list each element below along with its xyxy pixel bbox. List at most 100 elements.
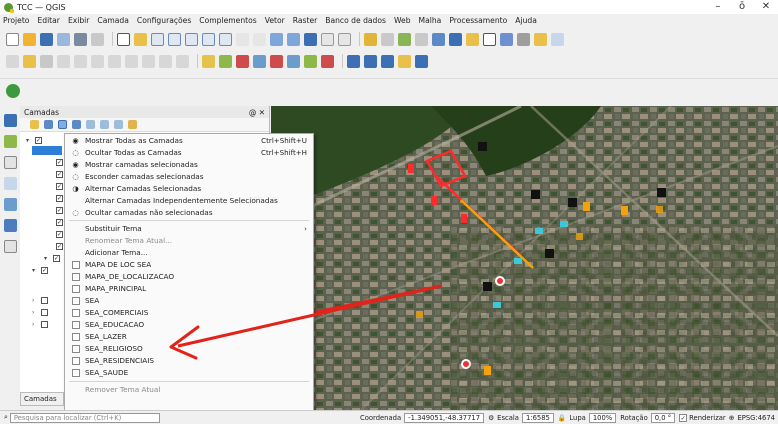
python-icon[interactable] xyxy=(398,54,411,68)
theme-item[interactable]: MAPA_DE_LOCALIZACAO xyxy=(65,271,313,282)
menu-item-toggle-independently[interactable]: Alternar Camadas Independentemente Selec… xyxy=(65,195,313,206)
measure-icon[interactable] xyxy=(517,32,530,46)
menu-banco-de-dados[interactable]: Banco de dados xyxy=(325,16,386,25)
rotate-label-icon[interactable] xyxy=(270,54,283,68)
theme-item[interactable]: SEA_COMERCIAIS xyxy=(65,307,313,318)
menu-projeto[interactable]: Projeto xyxy=(3,16,29,25)
style-icon[interactable] xyxy=(30,120,39,129)
map-canvas[interactable] xyxy=(271,106,778,410)
menu-editar[interactable]: Editar xyxy=(37,16,59,25)
print-layout-icon[interactable] xyxy=(57,32,70,46)
new-map-view-icon[interactable] xyxy=(270,32,283,46)
show-hide-labels-icon[interactable] xyxy=(304,54,317,68)
data-source-manager-icon[interactable] xyxy=(3,114,17,127)
layer-tree-row-selected[interactable] xyxy=(32,146,62,155)
coordinate-field[interactable]: -1.349051,-48.37717 xyxy=(404,412,485,423)
processing-toolbox-icon[interactable] xyxy=(364,54,377,68)
layer-tree-row[interactable]: ▾ ✓ xyxy=(32,265,50,275)
close-button[interactable]: ✕ xyxy=(754,0,778,14)
menu-item-hide-selected[interactable]: ◌ Esconder camadas selecionadas xyxy=(65,171,313,182)
layers-tab[interactable]: Camadas xyxy=(20,392,64,406)
theme-checkbox[interactable] xyxy=(71,284,80,293)
menu-web[interactable]: Web xyxy=(394,16,411,25)
filter-legend-icon[interactable] xyxy=(72,120,81,129)
locator-search-input[interactable]: Pesquisa para localizar (Ctrl+K) xyxy=(9,412,160,423)
theme-checkbox[interactable] xyxy=(71,272,80,281)
field-calculator-icon[interactable] xyxy=(449,32,462,46)
maximize-button[interactable]: ō xyxy=(730,0,754,14)
menu-exibir[interactable]: Exibir xyxy=(68,16,89,25)
select-by-value-icon[interactable] xyxy=(398,32,411,46)
menu-item-hide-unselected[interactable]: ◌ Ocultar camadas não selecionadas xyxy=(65,207,313,218)
theme-checkbox[interactable] xyxy=(71,368,80,377)
menu-camada[interactable]: Camada xyxy=(97,16,128,25)
zoom-in-icon[interactable] xyxy=(151,32,164,46)
add-raster-icon[interactable] xyxy=(3,135,17,148)
theme-item[interactable]: MAPA_PRINCIPAL xyxy=(65,283,313,294)
theme-checkbox[interactable] xyxy=(71,356,80,365)
menu-item-hide-all[interactable]: ◌ Ocultar Todas as Camadas Ctrl+Shift+H xyxy=(65,147,313,158)
paste-features-icon[interactable] xyxy=(142,54,155,68)
magnifier-field[interactable]: 100% xyxy=(588,412,617,423)
add-spatialite-icon[interactable] xyxy=(3,198,17,211)
change-label-icon[interactable] xyxy=(287,54,300,68)
save-project-icon[interactable] xyxy=(40,32,53,46)
open-project-icon[interactable] xyxy=(23,32,36,46)
menu-processamento[interactable]: Processamento xyxy=(449,16,507,25)
theme-checkbox[interactable] xyxy=(71,332,80,341)
layer-tree-row[interactable]: ▾ ✓ xyxy=(44,253,62,263)
delete-selected-icon[interactable] xyxy=(91,54,104,68)
select-icon[interactable] xyxy=(381,32,394,46)
pan-to-selection-icon[interactable] xyxy=(134,32,147,46)
add-delimited-text-icon[interactable] xyxy=(3,177,17,190)
zoom-out-icon[interactable] xyxy=(168,32,181,46)
menu-item-show-all[interactable]: ◉ Mostrar Todas as Camadas Ctrl+Shift+U xyxy=(65,135,313,146)
theme-item[interactable]: SEA xyxy=(65,295,313,306)
theme-item[interactable]: SEA_RESIDENCIAIS xyxy=(65,355,313,366)
attribute-table-icon[interactable] xyxy=(432,32,445,46)
layout-manager-icon[interactable] xyxy=(74,32,87,46)
filter-expression-icon[interactable] xyxy=(86,120,95,129)
theme-item[interactable]: SEA_LAZER xyxy=(65,331,313,342)
undo-icon[interactable] xyxy=(159,54,172,68)
render-checkbox[interactable]: ✓ xyxy=(679,413,688,422)
search-icon[interactable] xyxy=(551,32,564,46)
plugin-icon[interactable] xyxy=(415,54,428,68)
save-edits-icon[interactable] xyxy=(40,54,53,68)
theme-item[interactable]: SEA_SAUDE xyxy=(65,367,313,378)
add-vector-icon[interactable] xyxy=(3,156,17,169)
copy-features-icon[interactable] xyxy=(125,54,138,68)
menu-item-add-theme[interactable]: Adicionar Tema... xyxy=(65,247,313,258)
theme-item[interactable]: MAPA DE LOC SEA xyxy=(65,259,313,270)
zoom-next-icon[interactable] xyxy=(253,32,266,46)
style-manager-icon[interactable] xyxy=(91,32,104,46)
minimize-button[interactable]: – xyxy=(706,0,730,14)
zoom-full-icon[interactable] xyxy=(185,32,198,46)
zoom-layer-icon[interactable] xyxy=(202,32,215,46)
remove-layer-icon[interactable] xyxy=(128,120,137,129)
layer-styling-icon[interactable] xyxy=(347,54,360,68)
redo-icon[interactable] xyxy=(176,54,189,68)
theme-checkbox[interactable] xyxy=(71,308,80,317)
theme-checkbox[interactable] xyxy=(71,296,80,305)
vertex-tool-icon[interactable] xyxy=(74,54,87,68)
identify-icon[interactable] xyxy=(364,32,377,46)
label-properties-icon[interactable] xyxy=(321,54,334,68)
pin-labels-icon[interactable] xyxy=(219,54,232,68)
pan-icon[interactable] xyxy=(117,32,130,46)
map-tips-icon[interactable] xyxy=(534,32,547,46)
quickmapservices-icon[interactable] xyxy=(6,83,20,98)
label-tool-icon[interactable] xyxy=(202,54,215,68)
menu-configuracoes[interactable]: Configurações xyxy=(137,16,191,25)
menu-malha[interactable]: Malha xyxy=(419,16,442,25)
theme-checkbox[interactable] xyxy=(71,260,80,269)
layer-tree-row[interactable]: › xyxy=(32,307,50,317)
menu-complementos[interactable]: Complementos xyxy=(199,16,256,25)
menu-ajuda[interactable]: Ajuda xyxy=(515,16,537,25)
sum-icon[interactable] xyxy=(483,32,496,46)
manage-themes-icon[interactable] xyxy=(58,120,67,129)
theme-item[interactable]: SEA_RELIGIOSO xyxy=(65,343,313,354)
rotation-field[interactable]: 0,0 ° xyxy=(650,412,676,423)
new-project-icon[interactable] xyxy=(6,32,19,46)
scale-combobox[interactable]: 1:6585 xyxy=(521,412,554,423)
